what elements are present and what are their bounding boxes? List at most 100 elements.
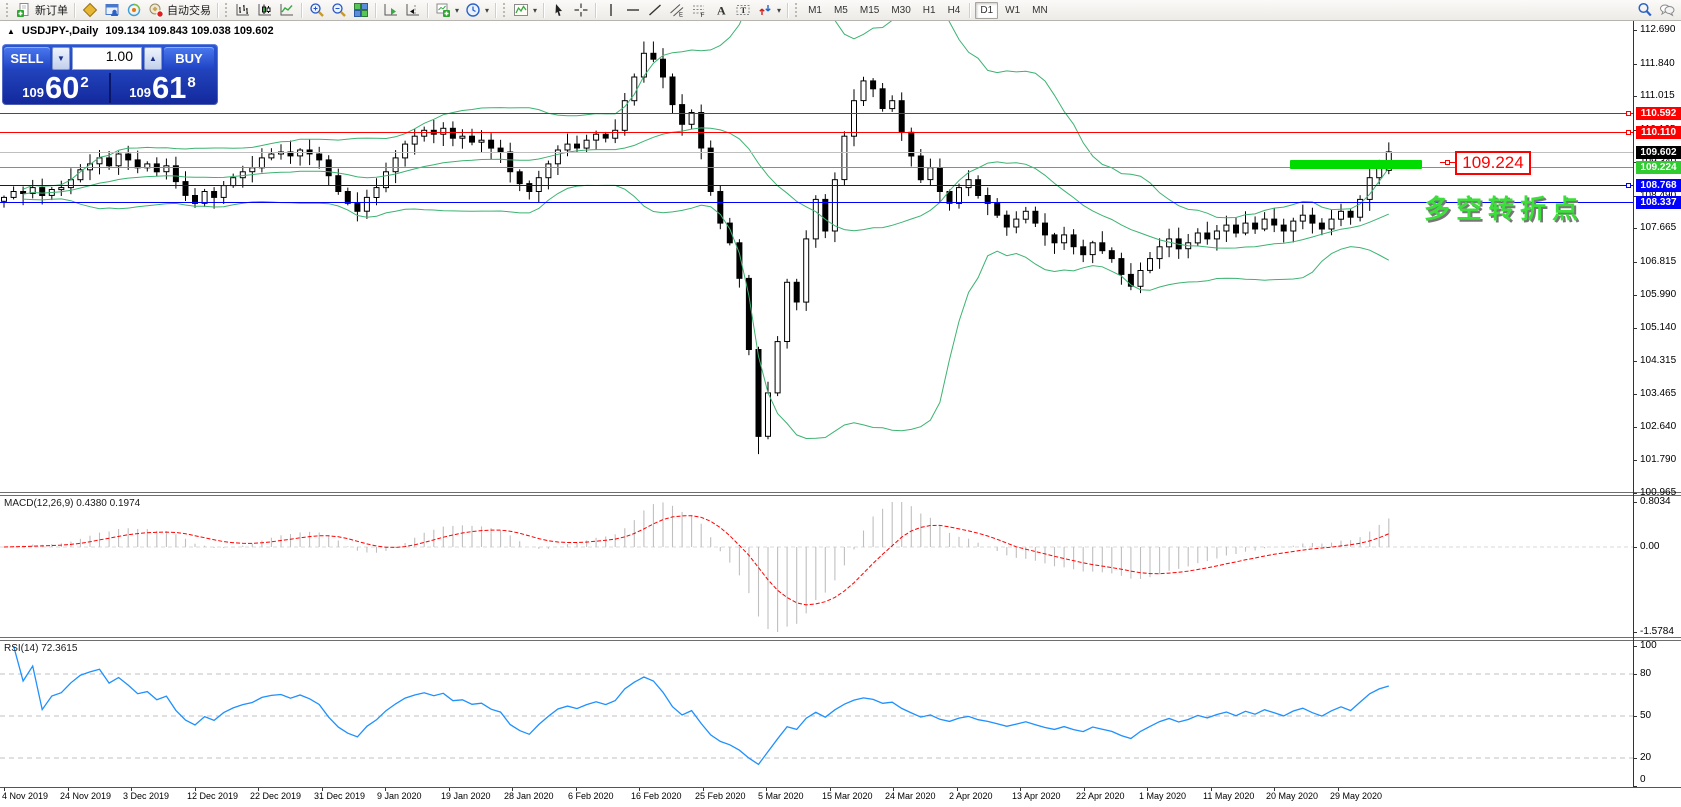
toolbar-separator [74, 3, 76, 18]
indicators-button[interactable]: ▾ [510, 1, 540, 20]
sell-button[interactable]: SELL [4, 47, 50, 70]
volume-input[interactable]: 1.00 [72, 47, 142, 70]
fibonacci-button[interactable]: F [688, 1, 710, 20]
pane-separator[interactable] [0, 492, 1681, 496]
arrow-objects-button[interactable]: ▾ [754, 1, 784, 20]
rsi-axis-label: 80 [1640, 668, 1651, 679]
timeframe-m30[interactable]: M30 [886, 2, 915, 19]
line-chart-button[interactable] [276, 1, 298, 20]
rsi-pane-canvas[interactable] [0, 642, 1633, 786]
timeframe-d1[interactable]: D1 [975, 2, 998, 19]
data-window-icon [104, 2, 120, 18]
toolbar-grip[interactable] [795, 3, 799, 17]
pane-separator[interactable] [0, 637, 1681, 641]
timeframe-h1[interactable]: H1 [918, 2, 941, 19]
macd-axis-tick [1633, 632, 1637, 633]
date-axis-label: 31 Dec 2019 [314, 791, 365, 801]
price-axis-label: 111.840 [1640, 58, 1675, 69]
dropdown-caret-icon[interactable]: ▾ [455, 6, 459, 15]
line-chart-icon [279, 2, 295, 18]
new-chart-icon [435, 2, 451, 18]
highlight-bar[interactable] [1290, 160, 1422, 169]
price-axis-label: 104.315 [1640, 355, 1676, 366]
buy-price-point: 8 [187, 74, 195, 91]
crosshair-button[interactable] [570, 1, 592, 20]
new-order-button[interactable]: 新订单 [13, 1, 71, 20]
main-chart-canvas[interactable] [0, 21, 1633, 492]
macd-pane-canvas[interactable] [0, 497, 1633, 637]
callout-handle[interactable] [1445, 160, 1450, 165]
price-level-line-110.110[interactable] [0, 132, 1633, 133]
date-axis-label: 20 May 2020 [1266, 791, 1318, 801]
dropdown-caret-icon[interactable]: ▾ [533, 6, 537, 15]
line-handle[interactable] [1626, 183, 1631, 188]
symbol-period-label: USDJPY-,Daily [22, 25, 98, 37]
price-callout[interactable]: 109.224 [1455, 151, 1531, 175]
price-axis-label: 105.990 [1640, 289, 1676, 300]
sell-price-pips: 60 [45, 73, 79, 103]
timeframe-m15[interactable]: M15 [855, 2, 884, 19]
profiles-button[interactable]: ▾ [462, 1, 492, 20]
volume-increase-button[interactable]: ▲ [144, 47, 162, 70]
chart-shift-button[interactable] [402, 1, 424, 20]
bar-chart-icon [235, 2, 251, 18]
zoom-in-button[interactable] [306, 1, 328, 20]
candlestick-chart-icon [257, 2, 273, 18]
volume-decrease-button[interactable]: ▼ [52, 47, 70, 70]
horizontal-line-button[interactable] [622, 1, 644, 20]
price-badge-110.592: 110.592 [1636, 107, 1681, 120]
timeframe-w1[interactable]: W1 [1000, 2, 1025, 19]
new-order-icon [16, 2, 32, 18]
sell-price[interactable]: 109 60 2 [2, 71, 109, 105]
new-chart-button[interactable]: ▾ [432, 1, 462, 20]
data-window-button[interactable] [101, 1, 123, 20]
rsi-axis-label: 20 [1640, 752, 1651, 763]
navigator-icon [126, 2, 142, 18]
toolbar-grip[interactable] [225, 3, 229, 17]
auto-scroll-button[interactable] [380, 1, 402, 20]
toolbar-grip[interactable] [503, 3, 507, 17]
date-axis-label: 5 Mar 2020 [758, 791, 804, 801]
date-axis-label: 15 Mar 2020 [822, 791, 873, 801]
macd-axis-label: 0.00 [1640, 541, 1659, 552]
date-axis-label: 11 May 2020 [1203, 791, 1254, 801]
price-level-line-110.592[interactable] [0, 113, 1633, 114]
vertical-line-button[interactable] [600, 1, 622, 20]
text-button[interactable]: A [710, 1, 732, 20]
timeframe-m5[interactable]: M5 [829, 2, 853, 19]
vertical-line-icon [603, 2, 619, 18]
annotation-note[interactable]: 多空转折点 [1424, 189, 1584, 226]
rsi-axis-tick [1633, 786, 1637, 787]
dropdown-caret-icon[interactable]: ▾ [777, 6, 781, 15]
date-axis-label: 1 May 2020 [1139, 791, 1186, 801]
navigator-button[interactable] [123, 1, 145, 20]
dropdown-caret-icon[interactable]: ▾ [485, 6, 489, 15]
bar-chart-button[interactable] [232, 1, 254, 20]
trendline-button[interactable] [644, 1, 666, 20]
zoom-out-button[interactable] [328, 1, 350, 20]
line-handle[interactable] [1626, 111, 1631, 116]
collapse-panel-icon[interactable]: ▲ [7, 27, 15, 36]
price-level-line-108.337[interactable] [0, 202, 1633, 203]
search-button[interactable] [1634, 1, 1656, 20]
cursor-button[interactable] [548, 1, 570, 20]
chat-button[interactable] [1656, 1, 1678, 20]
timeframe-mn[interactable]: MN [1027, 2, 1053, 19]
market-watch-button[interactable] [79, 1, 101, 20]
line-handle[interactable] [1626, 130, 1631, 135]
tile-windows-button[interactable] [350, 1, 372, 20]
toolbar-grip[interactable] [6, 3, 10, 17]
text-label-button[interactable]: T [732, 1, 754, 20]
equidistant-channel-button[interactable]: E [666, 1, 688, 20]
candlestick-chart-button[interactable] [254, 1, 276, 20]
date-axis-label: 19 Jan 2020 [441, 791, 491, 801]
search-icon [1637, 2, 1653, 18]
timeframe-m1[interactable]: M1 [803, 2, 827, 19]
toolbar-separator [427, 3, 429, 18]
toolbar-separator [375, 3, 377, 18]
timeframe-h4[interactable]: H4 [943, 2, 966, 19]
price-level-line-108.768[interactable] [0, 185, 1633, 186]
buy-price[interactable]: 109 61 8 [109, 71, 216, 105]
auto-trading-button[interactable]: 自动交易 [145, 1, 214, 20]
buy-button[interactable]: BUY [164, 47, 214, 70]
